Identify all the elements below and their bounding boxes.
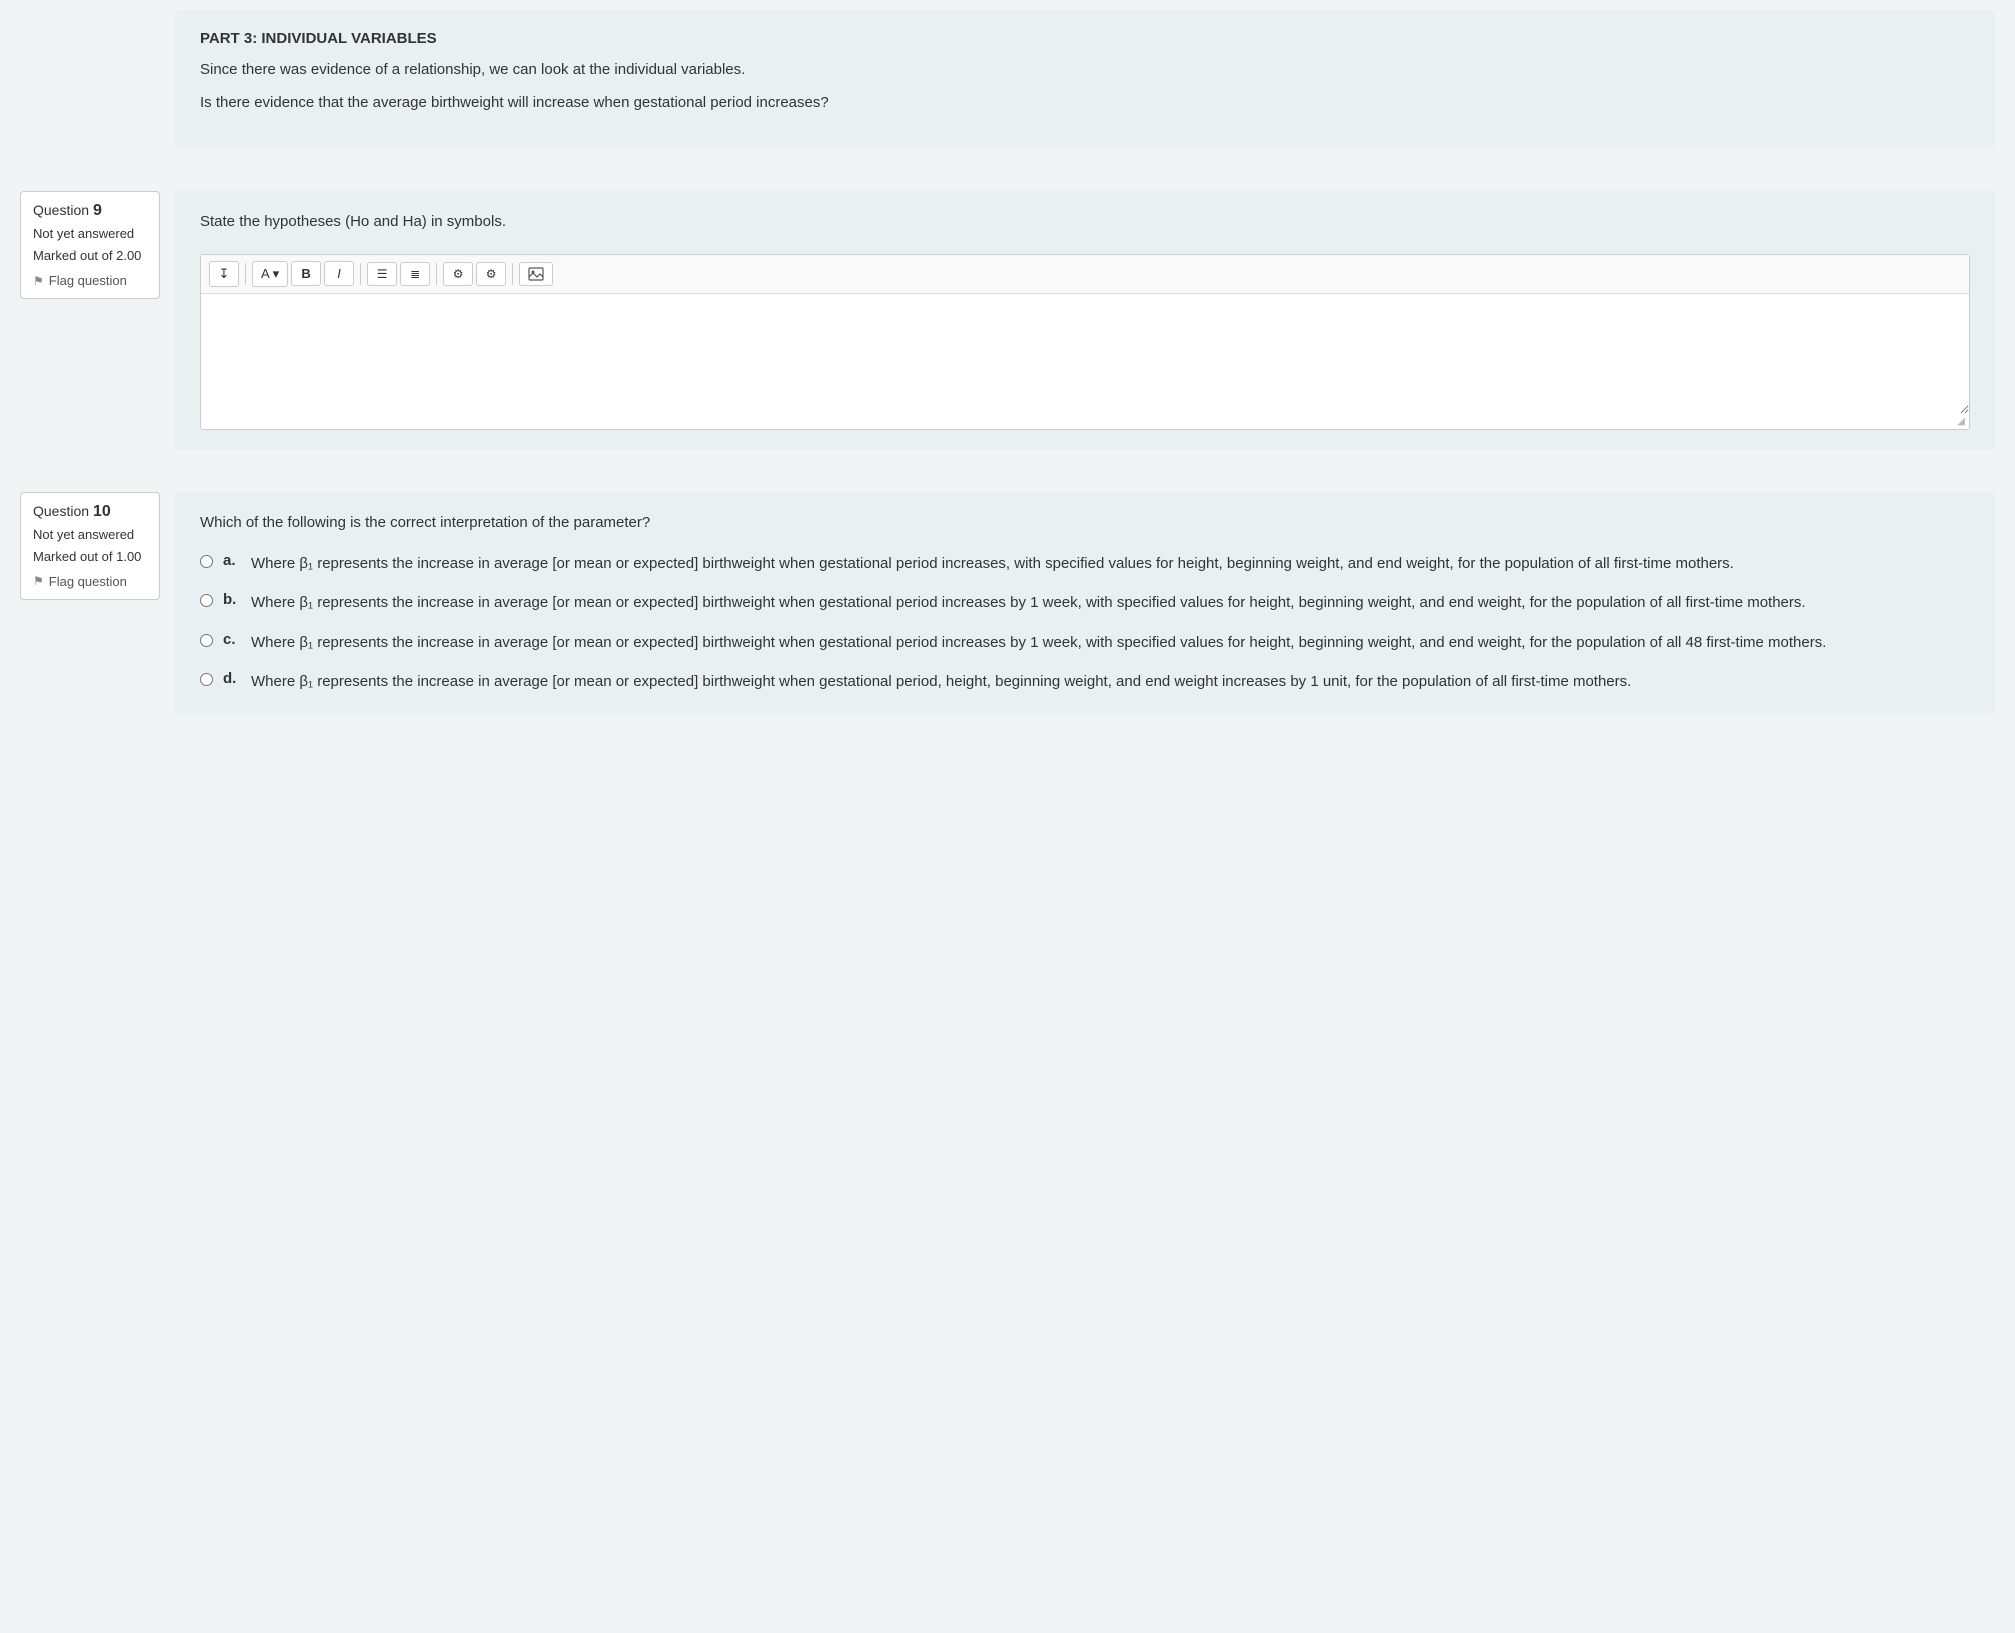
q10-sidebar-card: Question 10 Not yet answered Marked out …	[20, 492, 160, 600]
q9-flag-label: Flag question	[49, 273, 127, 288]
part3-title: PART 3: INDIVIDUAL VARIABLES	[200, 30, 1970, 47]
toolbar-sep2	[360, 263, 361, 285]
q10-number-label: Question	[33, 503, 89, 519]
q10-content: Which of the following is the correct in…	[175, 492, 1995, 714]
q9-number: Question 9	[33, 202, 147, 220]
q10-status: Not yet answered	[33, 526, 147, 544]
flag-icon: ⚑	[33, 274, 44, 288]
q9-editor: ↧ A ▾ B I ☰ ≣ ⚙ ⚙	[200, 254, 1970, 430]
part3-content: PART 3: INDIVIDUAL VARIABLES Since there…	[175, 10, 1995, 149]
q10-label-d: d.	[223, 670, 241, 687]
sidebar-q9: Question 9 Not yet answered Marked out o…	[20, 191, 175, 450]
toolbar-unlink-btn[interactable]: ⚙	[476, 262, 506, 286]
q10-option-a: a. Where β₁ represents the increase in a…	[200, 552, 1970, 575]
part3-section: PART 3: INDIVIDUAL VARIABLES Since there…	[0, 0, 2015, 169]
q10-marked: Marked out of 1.00	[33, 548, 147, 566]
q10-option-b: b. Where β₁ represents the increase in a…	[200, 591, 1970, 614]
q10-text-a: Where β₁ represents the increase in aver…	[251, 552, 1734, 575]
q10-radio-a[interactable]	[200, 555, 213, 568]
q9-number-label: Question	[33, 202, 89, 218]
toolbar-link-btn[interactable]: ⚙	[443, 262, 473, 286]
q9-flag-button[interactable]: ⚑ Flag question	[33, 273, 147, 288]
flag-icon-q10: ⚑	[33, 574, 44, 588]
toolbar-undo-btn[interactable]: ↧	[209, 261, 239, 287]
question9-block: Question 9 Not yet answered Marked out o…	[0, 181, 2015, 470]
q10-text-d: Where β₁ represents the increase in aver…	[251, 670, 1631, 693]
toolbar-ol-btn[interactable]: ≣	[400, 262, 430, 286]
q10-label-a: a.	[223, 552, 241, 569]
toolbar-sep4	[512, 263, 513, 285]
q10-number: Question 10	[33, 503, 147, 521]
toolbar-sep1	[245, 263, 246, 285]
q9-toolbar: ↧ A ▾ B I ☰ ≣ ⚙ ⚙	[201, 255, 1969, 294]
q10-flag-label: Flag question	[49, 574, 127, 589]
toolbar-ul-btn[interactable]: ☰	[367, 262, 397, 286]
q10-option-d: d. Where β₁ represents the increase in a…	[200, 670, 1970, 693]
divider-1	[0, 169, 2015, 181]
q9-question-text: State the hypotheses (Ho and Ha) in symb…	[200, 211, 1970, 234]
toolbar-font-btn[interactable]: A ▾	[252, 261, 288, 287]
toolbar-italic-btn[interactable]: I	[324, 261, 354, 286]
q9-editor-body[interactable]	[201, 294, 1969, 414]
page-wrapper: PART 3: INDIVIDUAL VARIABLES Since there…	[0, 0, 2015, 733]
q10-flag-button[interactable]: ⚑ Flag question	[33, 574, 147, 589]
sidebar-left-part3	[20, 10, 175, 149]
question10-block: Question 10 Not yet answered Marked out …	[0, 482, 2015, 734]
q10-radio-c[interactable]	[200, 634, 213, 647]
q10-text-b: Where β₁ represents the increase in aver…	[251, 591, 1806, 614]
q10-radio-b[interactable]	[200, 594, 213, 607]
q9-marked: Marked out of 2.00	[33, 247, 147, 265]
q10-radio-d[interactable]	[200, 673, 213, 686]
q9-sidebar-card: Question 9 Not yet answered Marked out o…	[20, 191, 160, 299]
sidebar-q10: Question 10 Not yet answered Marked out …	[20, 492, 175, 714]
q10-number-value: 10	[93, 503, 111, 520]
part3-header: PART 3: INDIVIDUAL VARIABLES Since there…	[200, 30, 1970, 114]
q9-content: State the hypotheses (Ho and Ha) in symb…	[175, 191, 1995, 450]
part3-text2: Is there evidence that the average birth…	[200, 92, 1970, 115]
toolbar-bold-btn[interactable]: B	[291, 261, 321, 286]
toolbar-image-btn[interactable]	[519, 262, 553, 286]
q10-label-c: c.	[223, 631, 241, 648]
q10-label-b: b.	[223, 591, 241, 608]
q9-resize-handle: ◢	[201, 414, 1969, 429]
q10-option-c: c. Where β₁ represents the increase in a…	[200, 631, 1970, 654]
q10-options: a. Where β₁ represents the increase in a…	[200, 552, 1970, 693]
q10-text-c: Where β₁ represents the increase in aver…	[251, 631, 1826, 654]
q10-question-text: Which of the following is the correct in…	[200, 512, 1970, 535]
divider-2	[0, 470, 2015, 482]
q9-number-value: 9	[93, 202, 102, 219]
part3-text1: Since there was evidence of a relationsh…	[200, 59, 1970, 82]
q9-status: Not yet answered	[33, 225, 147, 243]
toolbar-sep3	[436, 263, 437, 285]
